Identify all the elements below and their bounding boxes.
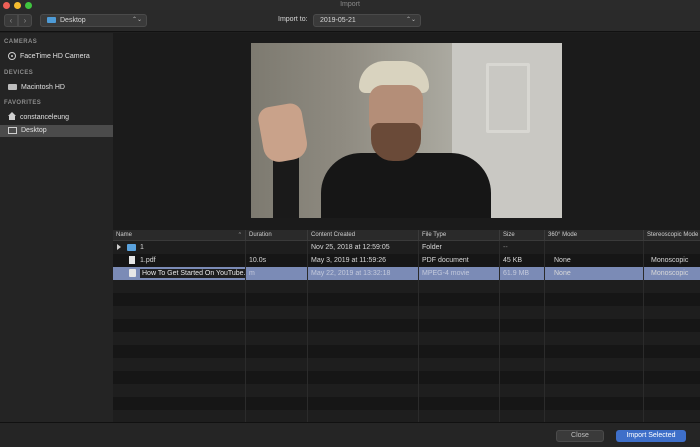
preview-person-hand xyxy=(256,101,310,165)
file-created: Nov 25, 2018 at 12:59:05 xyxy=(311,244,390,251)
file-360-mode: None xyxy=(554,257,571,264)
disclosure-triangle-icon[interactable] xyxy=(117,244,121,251)
sidebar-section-favorites: FAVORITES xyxy=(4,100,42,106)
chevron-left-icon: ‹ xyxy=(9,16,13,25)
document-icon xyxy=(129,256,135,265)
preview-person-beard xyxy=(371,123,421,161)
sidebar-item-desktop[interactable]: Desktop xyxy=(0,125,113,137)
sidebar-item-macintosh-hd[interactable]: Macintosh HD xyxy=(0,82,113,94)
file-name: 1.pdf xyxy=(140,257,156,264)
column-header-content-created[interactable]: Content Created xyxy=(307,230,418,241)
empty-row xyxy=(113,397,700,410)
sidebar-item-label: constanceleung xyxy=(20,114,70,121)
file-stereo-mode: Monoscopic xyxy=(651,257,689,264)
sidebar-section-devices: DEVICES xyxy=(4,70,34,76)
file-size: 61.9 MB xyxy=(503,270,530,277)
file-created: May 3, 2019 at 11:59:26 xyxy=(311,257,386,264)
sidebar-section-cameras: CAMERAS xyxy=(4,39,38,45)
empty-row xyxy=(113,319,700,332)
window-title: Import xyxy=(340,1,360,8)
preview-pane xyxy=(113,33,700,230)
sidebar-item-label: Macintosh HD xyxy=(21,84,65,91)
table-row[interactable]: 1 Nov 25, 2018 at 12:59:05 Folder -- xyxy=(113,241,700,254)
preview-wall-fixture xyxy=(486,63,530,133)
column-divider xyxy=(544,241,545,422)
video-preview[interactable] xyxy=(251,43,562,218)
column-divider xyxy=(643,241,644,422)
sort-ascending-icon: ^ xyxy=(238,232,241,238)
preview-person-body xyxy=(321,153,491,218)
column-header-size[interactable]: Size xyxy=(499,230,544,241)
updown-chevron-icon: ⌃⌄ xyxy=(405,17,416,23)
import-selected-button[interactable]: Import Selected xyxy=(616,430,686,442)
sidebar-item-label: FaceTime HD Camera xyxy=(20,53,90,60)
file-type: PDF document xyxy=(422,257,469,264)
hard-drive-icon xyxy=(8,84,17,91)
file-name: 1 xyxy=(140,244,144,251)
table-header: Name ^ Duration Content Created File Type… xyxy=(113,230,700,241)
file-type: MPEG-4 movie xyxy=(422,270,470,277)
file-size: -- xyxy=(503,244,508,251)
column-header-360-mode[interactable]: 360° Mode xyxy=(544,230,643,241)
updown-chevron-icon: ⌃⌄ xyxy=(131,17,142,23)
file-duration: m xyxy=(249,270,255,277)
sidebar-item-label: Desktop xyxy=(21,127,47,134)
folder-icon xyxy=(127,243,136,251)
column-divider xyxy=(418,241,419,422)
close-button[interactable]: Close xyxy=(556,430,604,442)
sidebar-item-facetime-camera[interactable]: FaceTime HD Camera xyxy=(0,51,113,63)
column-divider xyxy=(307,241,308,422)
column-header-duration[interactable]: Duration xyxy=(245,230,307,241)
column-header-name[interactable]: Name ^ xyxy=(113,230,245,241)
sidebar: CAMERAS FaceTime HD Camera DEVICES Macin… xyxy=(0,33,113,422)
back-button[interactable]: ‹ xyxy=(4,14,18,27)
location-popup[interactable]: Desktop ⌃⌄ xyxy=(40,14,147,27)
empty-row xyxy=(113,371,700,384)
sidebar-item-constanceleung[interactable]: constanceleung xyxy=(0,112,113,124)
footer-bar: Close Import Selected xyxy=(0,422,700,447)
file-name-editor[interactable]: How To Get Started On YouTube.mp4 xyxy=(140,269,245,278)
empty-row xyxy=(113,293,700,306)
column-divider xyxy=(245,241,246,422)
import-to-popup[interactable]: 2019-05-21 ⌃⌄ xyxy=(313,14,421,27)
toolbar: ‹ › Desktop ⌃⌄ Import to: 2019-05-21 ⌃⌄ xyxy=(0,10,700,32)
forward-button[interactable]: › xyxy=(18,14,32,27)
file-duration: 10.0s xyxy=(249,257,267,264)
import-to-label: Import to: xyxy=(278,16,308,23)
column-header-stereoscopic-mode[interactable]: Stereoscopic Mode xyxy=(643,230,700,241)
preview-person-arm xyxy=(273,153,299,218)
file-created: May 22, 2019 at 13:32:18 xyxy=(311,270,391,277)
camera-icon xyxy=(8,52,16,61)
file-360-mode: None xyxy=(554,270,571,277)
file-360-mode xyxy=(544,241,643,254)
file-type: Folder xyxy=(422,244,442,251)
location-label: Desktop xyxy=(60,17,86,24)
table-row[interactable]: 1.pdf 10.0s May 3, 2019 at 11:59:26 PDF … xyxy=(113,254,700,267)
file-stereo-mode: Monoscopic xyxy=(651,270,689,277)
file-size: 45 KB xyxy=(503,257,523,264)
import-to-value: 2019-05-21 xyxy=(320,17,356,24)
chevron-right-icon: › xyxy=(23,16,27,25)
column-header-file-type[interactable]: File Type xyxy=(418,230,499,241)
empty-row xyxy=(113,345,700,358)
movie-icon xyxy=(129,269,136,278)
file-stereo-mode xyxy=(643,241,700,254)
desktop-icon xyxy=(8,126,17,134)
title-bar: Import xyxy=(0,0,700,10)
column-divider xyxy=(499,241,500,422)
file-table: Name ^ Duration Content Created File Type… xyxy=(113,230,700,422)
home-icon xyxy=(8,112,16,121)
table-row-selected[interactable]: How To Get Started On YouTube.mp4 m May … xyxy=(113,267,700,280)
folder-icon xyxy=(47,17,56,24)
file-duration xyxy=(245,241,307,254)
